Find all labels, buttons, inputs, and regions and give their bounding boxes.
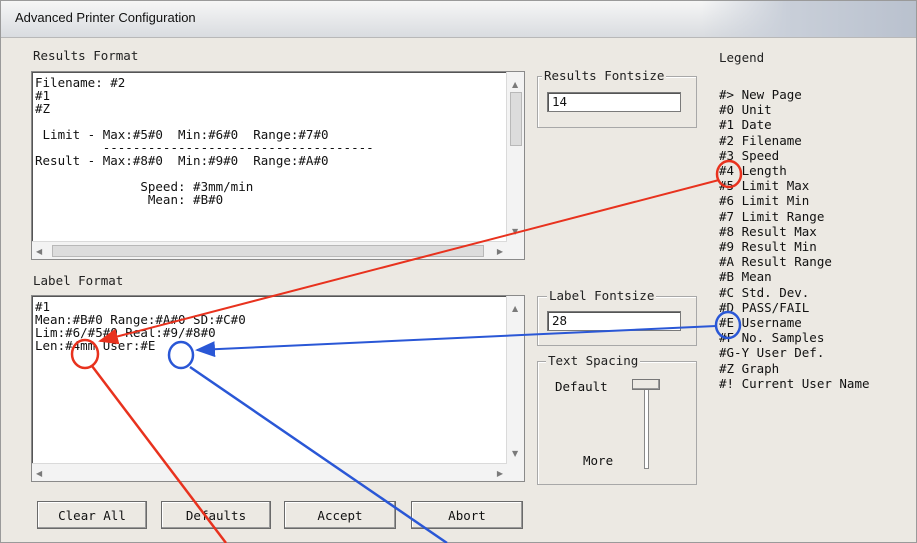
results-vertical-scrollbar[interactable]: ▲ ▼	[506, 72, 524, 242]
title-bar-shade	[701, 1, 916, 37]
abort-button[interactable]: Abort	[411, 501, 523, 529]
legend-list: #> New Page #0 Unit #1 Date #2 Filename …	[719, 87, 870, 391]
spacing-more-label: More	[583, 453, 614, 468]
spacing-slider-track[interactable]	[644, 385, 649, 469]
results-format-textarea[interactable]: Filename: #2 #1 #Z Limit - Max:#5#0 Min:…	[31, 71, 525, 260]
scrollbar-thumb[interactable]	[52, 245, 484, 257]
scrollbar-corner	[507, 242, 524, 259]
scrollbar-thumb[interactable]	[510, 92, 522, 146]
results-fontsize-input[interactable]: 14	[547, 92, 681, 112]
label-vertical-scrollbar[interactable]: ▲ ▼	[506, 296, 524, 464]
results-format-label: Results Format	[31, 48, 141, 63]
label-fontsize-label: Label Fontsize	[547, 288, 657, 303]
scroll-down-arrow-icon[interactable]: ▼	[512, 447, 518, 460]
results-fontsize-label: Results Fontsize	[542, 68, 667, 83]
results-horizontal-scrollbar[interactable]: ◀ ▶	[32, 241, 507, 259]
printer-config-window: Advanced Printer Configuration Results F…	[0, 0, 917, 543]
scroll-up-arrow-icon[interactable]: ▲	[512, 302, 518, 315]
accept-button[interactable]: Accept	[284, 501, 396, 529]
scroll-down-arrow-icon[interactable]: ▼	[512, 225, 518, 238]
text-spacing-label: Text Spacing	[546, 353, 641, 368]
scroll-up-arrow-icon[interactable]: ▲	[512, 78, 518, 91]
results-format-text: Filename: #2 #1 #Z Limit - Max:#5#0 Min:…	[35, 75, 374, 207]
label-format-label: Label Format	[31, 273, 126, 288]
window-title: Advanced Printer Configuration	[15, 10, 196, 25]
title-bar: Advanced Printer Configuration	[1, 1, 916, 38]
legend-label: Legend	[717, 50, 767, 65]
spacing-slider-thumb[interactable]	[632, 379, 660, 390]
label-format-text: #1 Mean:#B#0 Range:#A#0 SD:#C#0 Lim:#6/#…	[35, 299, 246, 353]
scroll-right-arrow-icon[interactable]: ▶	[497, 467, 503, 480]
spacing-default-label: Default	[555, 379, 608, 394]
defaults-button[interactable]: Defaults	[161, 501, 271, 529]
clear-all-button[interactable]: Clear All	[37, 501, 147, 529]
label-fontsize-input[interactable]: 28	[547, 311, 681, 331]
scroll-left-arrow-icon[interactable]: ◀	[36, 245, 42, 258]
label-format-textarea[interactable]: #1 Mean:#B#0 Range:#A#0 SD:#C#0 Lim:#6/#…	[31, 295, 525, 482]
scroll-left-arrow-icon[interactable]: ◀	[36, 467, 42, 480]
label-horizontal-scrollbar[interactable]: ◀ ▶	[32, 463, 507, 481]
scrollbar-corner	[507, 464, 524, 481]
scroll-right-arrow-icon[interactable]: ▶	[497, 245, 503, 258]
